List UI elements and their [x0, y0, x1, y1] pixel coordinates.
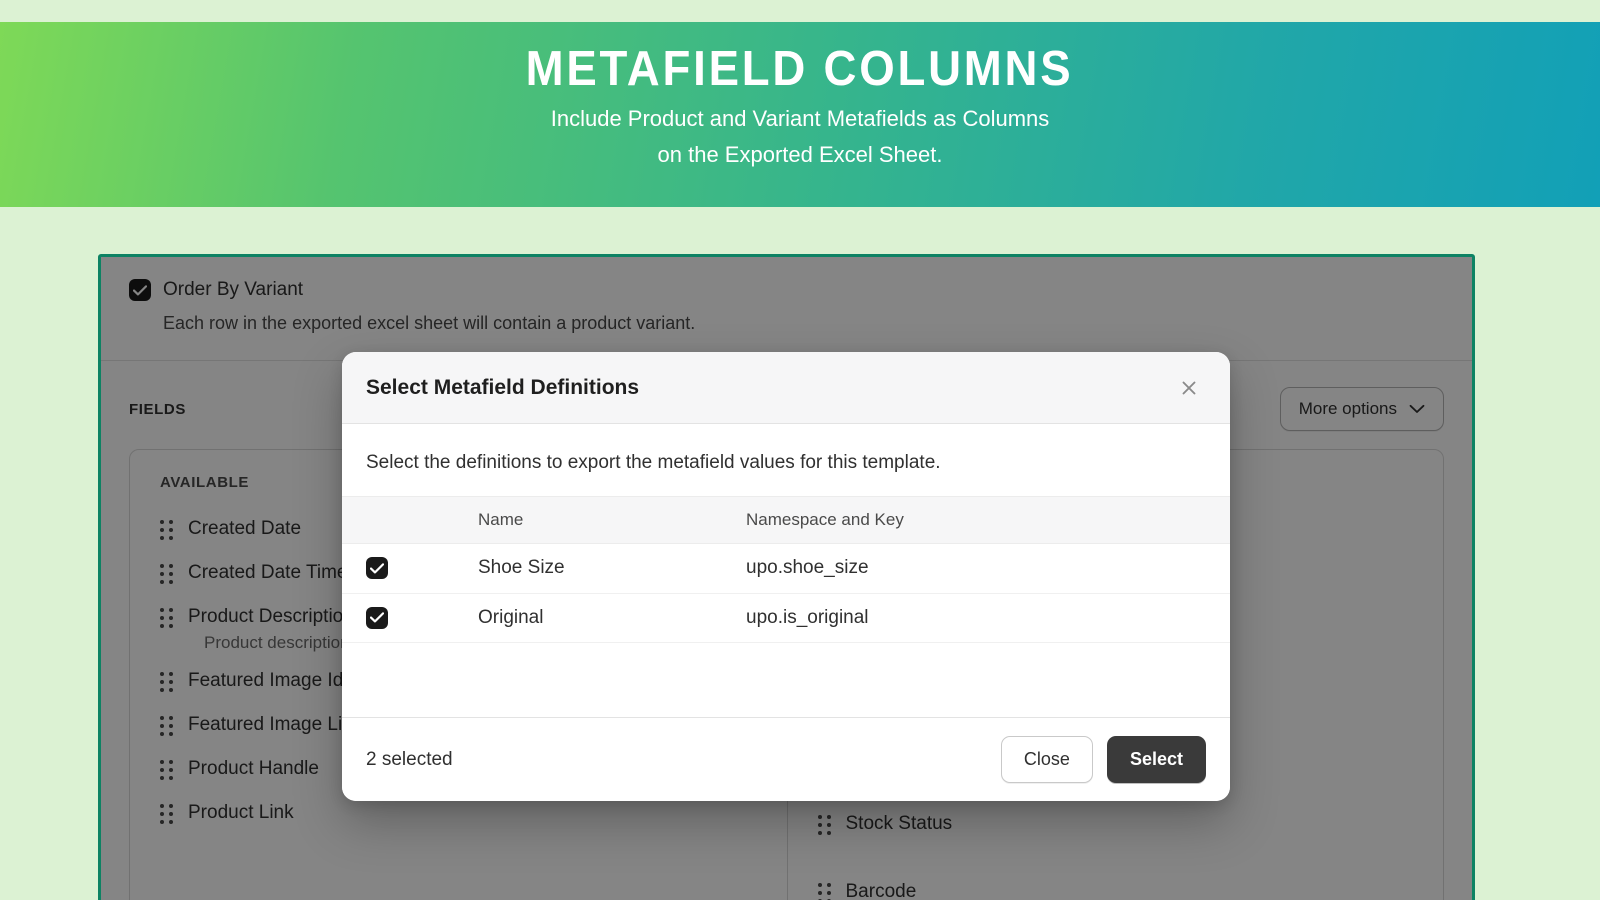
- list-item[interactable]: Stock Status: [788, 802, 1444, 846]
- row-key: upo.shoe_size: [746, 544, 1230, 594]
- drag-handle-icon[interactable]: [818, 883, 832, 900]
- select-metafield-definitions-modal: Select Metafield Definitions Select the …: [342, 352, 1230, 801]
- drag-handle-icon[interactable]: [160, 804, 174, 822]
- modal-title: Select Metafield Definitions: [366, 376, 639, 400]
- row-key: upo.is_original: [746, 593, 1230, 643]
- order-by-variant-row[interactable]: Order By Variant: [129, 279, 1444, 301]
- banner-subtitle: Include Product and Variant Metafields a…: [551, 101, 1050, 172]
- fields-heading: FIELDS: [129, 401, 186, 418]
- banner-subtitle-line-2: on the Exported Excel Sheet.: [551, 137, 1050, 173]
- list-item-label: Stock Status: [846, 813, 953, 835]
- order-by-variant-label: Order By Variant: [163, 279, 303, 301]
- select-button[interactable]: Select: [1107, 736, 1206, 783]
- modal-footer: 2 selected Close Select: [342, 717, 1230, 801]
- chevron-down-icon: [1409, 399, 1425, 419]
- row-checkbox-cell[interactable]: [342, 593, 478, 643]
- modal-footer-actions: Close Select: [1001, 736, 1206, 783]
- selected-count-label: 2 selected: [366, 749, 453, 771]
- drag-handle-icon[interactable]: [818, 815, 832, 833]
- close-icon[interactable]: [1172, 371, 1206, 405]
- list-item-label: Product Description: [188, 606, 354, 628]
- table-row[interactable]: Original upo.is_original: [342, 593, 1230, 643]
- banner-title: METAFIELD COLUMNS: [526, 44, 1074, 95]
- order-by-variant-section: Order By Variant Each row in the exporte…: [101, 257, 1472, 361]
- drag-handle-icon[interactable]: [160, 760, 174, 778]
- row-checkbox-cell[interactable]: [342, 544, 478, 594]
- modal-body: Select the definitions to export the met…: [342, 424, 1230, 717]
- drag-handle-icon[interactable]: [160, 564, 174, 582]
- row-checkbox[interactable]: [366, 607, 388, 629]
- list-item[interactable]: Barcode: [788, 870, 1444, 900]
- drag-handle-icon[interactable]: [160, 716, 174, 734]
- metafield-definitions-table: Name Namespace and Key Shoe: [342, 496, 1230, 643]
- page-root: METAFIELD COLUMNS Include Product and Va…: [0, 0, 1600, 900]
- drag-handle-icon[interactable]: [160, 520, 174, 538]
- list-item-label: Created Date: [188, 518, 301, 540]
- list-item-label: Barcode: [846, 881, 917, 900]
- more-options-button[interactable]: More options: [1280, 387, 1444, 431]
- list-item-label: Product Link: [188, 802, 294, 824]
- row-name: Shoe Size: [478, 544, 746, 594]
- close-button[interactable]: Close: [1001, 736, 1093, 783]
- drag-handle-icon[interactable]: [160, 672, 174, 690]
- modal-intro-text: Select the definitions to export the met…: [342, 424, 1230, 496]
- list-item-label: Featured Image Id: [188, 670, 343, 692]
- banner-subtitle-line-1: Include Product and Variant Metafields a…: [551, 101, 1050, 137]
- order-by-variant-checkbox[interactable]: [129, 279, 151, 301]
- more-options-label: More options: [1299, 399, 1397, 419]
- column-header-key: Namespace and Key: [746, 497, 1230, 544]
- table-row[interactable]: Shoe Size upo.shoe_size: [342, 544, 1230, 594]
- column-header-name: Name: [478, 497, 746, 544]
- drag-handle-icon[interactable]: [160, 608, 174, 626]
- order-by-variant-helper: Each row in the exported excel sheet wil…: [163, 313, 1444, 334]
- modal-header: Select Metafield Definitions: [342, 352, 1230, 424]
- list-item-label: Product Handle: [188, 758, 319, 780]
- row-name: Original: [478, 593, 746, 643]
- promo-banner: METAFIELD COLUMNS Include Product and Va…: [0, 22, 1600, 207]
- column-header-check: [342, 497, 478, 544]
- row-checkbox[interactable]: [366, 557, 388, 579]
- list-item-label: Created Date Time: [188, 562, 347, 584]
- table-header: Name Namespace and Key: [342, 497, 1230, 544]
- list-item-label: Featured Image Link: [188, 714, 362, 736]
